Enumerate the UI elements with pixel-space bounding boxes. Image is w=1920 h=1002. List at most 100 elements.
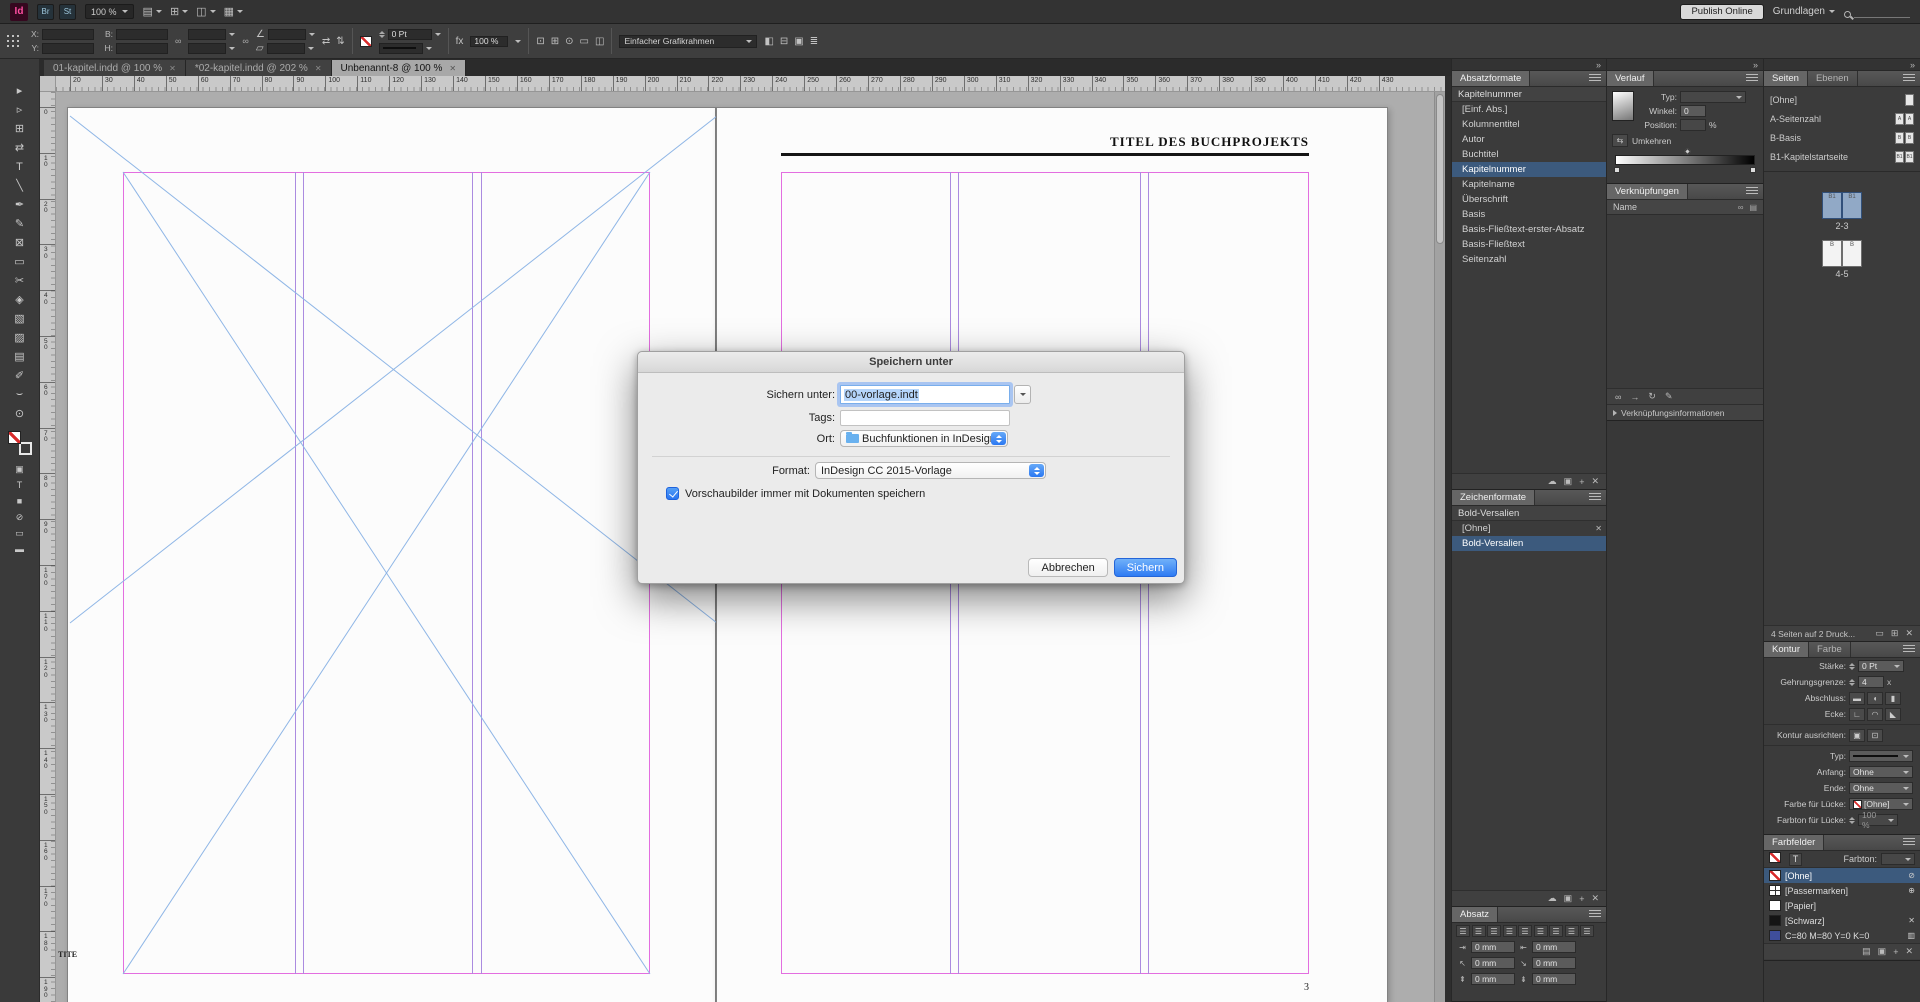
justify-all-icon[interactable]: ☰ (1549, 925, 1563, 937)
tab-zeichenformate[interactable]: Zeichenformate (1452, 490, 1536, 505)
page-thumbnail[interactable]: B (1842, 240, 1862, 267)
indent-field[interactable]: 0 mm (1471, 941, 1515, 953)
pen-tool[interactable]: ✒ (7, 195, 33, 214)
tab-farbe[interactable]: Farbe (1809, 642, 1851, 657)
master-page-item[interactable]: [Ohne] (1764, 90, 1920, 109)
update-link-icon[interactable]: ↻ (1648, 391, 1656, 402)
swatch-item[interactable]: [Schwarz] ✕ (1764, 913, 1920, 928)
zoom-tool[interactable]: ⊙ (7, 404, 33, 423)
tab-absatz[interactable]: Absatz (1452, 907, 1499, 922)
screen-mode-icon[interactable]: ◫ (196, 5, 216, 18)
preview-checkbox[interactable] (666, 487, 679, 500)
new-style-icon[interactable]: + (1579, 894, 1584, 904)
tab-ebenen[interactable]: Ebenen (1808, 71, 1858, 86)
gradient-type-select[interactable] (1680, 91, 1746, 103)
edit-original-icon[interactable]: ✎ (1665, 391, 1673, 402)
gradient-angle-field[interactable]: 0 (1680, 105, 1706, 117)
selection-tool[interactable]: ▸ (7, 81, 33, 100)
transform-field[interactable] (266, 42, 305, 54)
rectangle-tool[interactable]: ▭ (7, 252, 33, 271)
character-style-item[interactable]: Bold-Versalien (1452, 536, 1606, 551)
new-style-group-icon[interactable]: ▣ (1564, 893, 1573, 904)
goto-link-icon[interactable]: → (1630, 392, 1639, 402)
scale-x-field[interactable] (188, 28, 227, 40)
workspace-select[interactable]: Grundlagen (1773, 6, 1835, 17)
delete-swatch-icon[interactable]: ✕ (1905, 946, 1913, 957)
bridge-icon[interactable]: Br (37, 3, 54, 20)
effects-icon[interactable]: fx (456, 36, 464, 47)
fill-color-icon[interactable] (7, 431, 21, 444)
stroke-weight-select[interactable]: 0 Pt (387, 28, 432, 40)
indent-field[interactable]: 0 mm (1532, 957, 1576, 969)
save-button[interactable]: Sichern (1113, 558, 1177, 577)
panel-menu-icon[interactable] (1589, 910, 1601, 919)
stock-icon[interactable]: St (59, 3, 76, 20)
paragraph-style-item[interactable]: Basis (1452, 207, 1606, 222)
indent-field[interactable]: 0 mm (1471, 957, 1515, 969)
swatch-item[interactable]: [Ohne] ⊘ (1764, 868, 1920, 883)
panel-menu-icon[interactable] (1589, 74, 1601, 83)
vertical-ruler[interactable]: 0 10 20 30 40 50 60 70 80 90 100 110 120 130 140 150 160… (40, 92, 56, 1002)
edit-page-size-icon[interactable]: ▭ (1875, 628, 1884, 639)
corner-options-icon[interactable]: ◧ (764, 36, 773, 47)
new-style-icon[interactable]: + (1579, 477, 1584, 487)
type-tool[interactable]: T (7, 157, 33, 176)
panel-menu-icon[interactable]: ≣ (810, 36, 818, 47)
fill-stroke-proxy-small[interactable] (1769, 852, 1785, 866)
character-style-item[interactable]: [Ohne] ✕ (1452, 521, 1606, 536)
page-tool[interactable]: ⊞ (7, 119, 33, 138)
arrange-documents-icon[interactable]: ▦ (224, 5, 243, 18)
stroke-weight-stepper[interactable] (1849, 663, 1855, 670)
stroke-weight-select[interactable]: 0 Pt (1858, 660, 1904, 672)
constrain-scale-icon[interactable]: ∞ (242, 36, 248, 46)
preview-proof-icon[interactable]: ▣ (794, 36, 803, 47)
links-list[interactable] (1607, 215, 1763, 388)
align-towards-spine-icon[interactable]: ☰ (1564, 925, 1579, 937)
stroke-type-select[interactable] (1849, 750, 1913, 762)
end-arrowhead-select[interactable]: Ohne (1849, 782, 1913, 794)
gradient-ramp[interactable] (1614, 147, 1756, 173)
frame-fitting-icon[interactable]: ⊟ (780, 36, 788, 47)
dock-collapse[interactable]: » (1764, 59, 1920, 71)
flip-horizontal-icon[interactable]: ⇄ (322, 36, 330, 47)
gradient-swatch[interactable] (1612, 91, 1634, 121)
miter-limit-stepper[interactable] (1849, 679, 1855, 686)
gap-color-select[interactable]: [Ohne] (1849, 798, 1913, 810)
x-position-field[interactable] (42, 28, 94, 40)
panel-menu-icon[interactable] (1903, 645, 1915, 654)
format-select[interactable]: InDesign CC 2015-Vorlage (815, 462, 1046, 479)
tags-input[interactable] (840, 410, 1010, 426)
height-field[interactable] (116, 42, 168, 54)
page-thumbnail[interactable]: B1 (1842, 192, 1862, 219)
paragraph-style-item[interactable]: Kapitelname (1452, 177, 1606, 192)
panel-menu-icon[interactable] (1589, 493, 1601, 502)
filename-history-button[interactable] (1014, 385, 1031, 404)
master-page-item[interactable]: B1-Kapitelstartseite B1 B1 (1764, 147, 1920, 166)
gradient-stop-start[interactable] (1614, 167, 1620, 173)
formatting-affects-text-icon[interactable]: T (7, 477, 33, 493)
justify-right-icon[interactable]: ☰ (1533, 925, 1548, 937)
gradient-feather-tool[interactable]: ▨ (7, 328, 33, 347)
link-status-column-icon[interactable]: ∞ (1738, 203, 1744, 212)
view-options-icon[interactable]: ▤ (143, 5, 162, 18)
stroke-weight-stepper[interactable] (379, 31, 385, 38)
spread-item[interactable]: B1 B1 2-3 (1822, 192, 1862, 231)
wrap-bounding-box-icon[interactable]: ◫ (595, 36, 604, 47)
paragraph-style-item[interactable]: [Einf. Abs.] (1452, 102, 1606, 117)
preview-view-mode-icon[interactable]: ▬ (7, 541, 33, 557)
gradient-reverse-icon[interactable]: ⇆ (1612, 134, 1628, 147)
ruler-corner[interactable] (40, 76, 56, 92)
start-arrowhead-select[interactable]: Ohne (1849, 766, 1913, 778)
panel-menu-icon[interactable] (1746, 74, 1758, 83)
publish-online-button[interactable]: Publish Online (1680, 3, 1764, 20)
panel-menu-icon[interactable] (1746, 187, 1758, 196)
rectangle-frame-tool[interactable]: ⊠ (7, 233, 33, 252)
fill-stroke-proxy[interactable] (7, 430, 33, 456)
gradient-position-field[interactable] (1680, 119, 1706, 131)
cc-libraries-icon[interactable]: ☁ (1548, 893, 1557, 904)
master-page-item[interactable]: A-Seitenzahl AA (1764, 109, 1920, 128)
normal-view-mode-icon[interactable]: ▭ (7, 525, 33, 541)
document-tab[interactable]: Unbenannt-8 @ 100 % ✕ (331, 60, 467, 76)
location-select[interactable]: Buchfunktionen in InDesign (840, 430, 1008, 447)
new-page-icon[interactable]: ⊞ (1891, 628, 1899, 639)
